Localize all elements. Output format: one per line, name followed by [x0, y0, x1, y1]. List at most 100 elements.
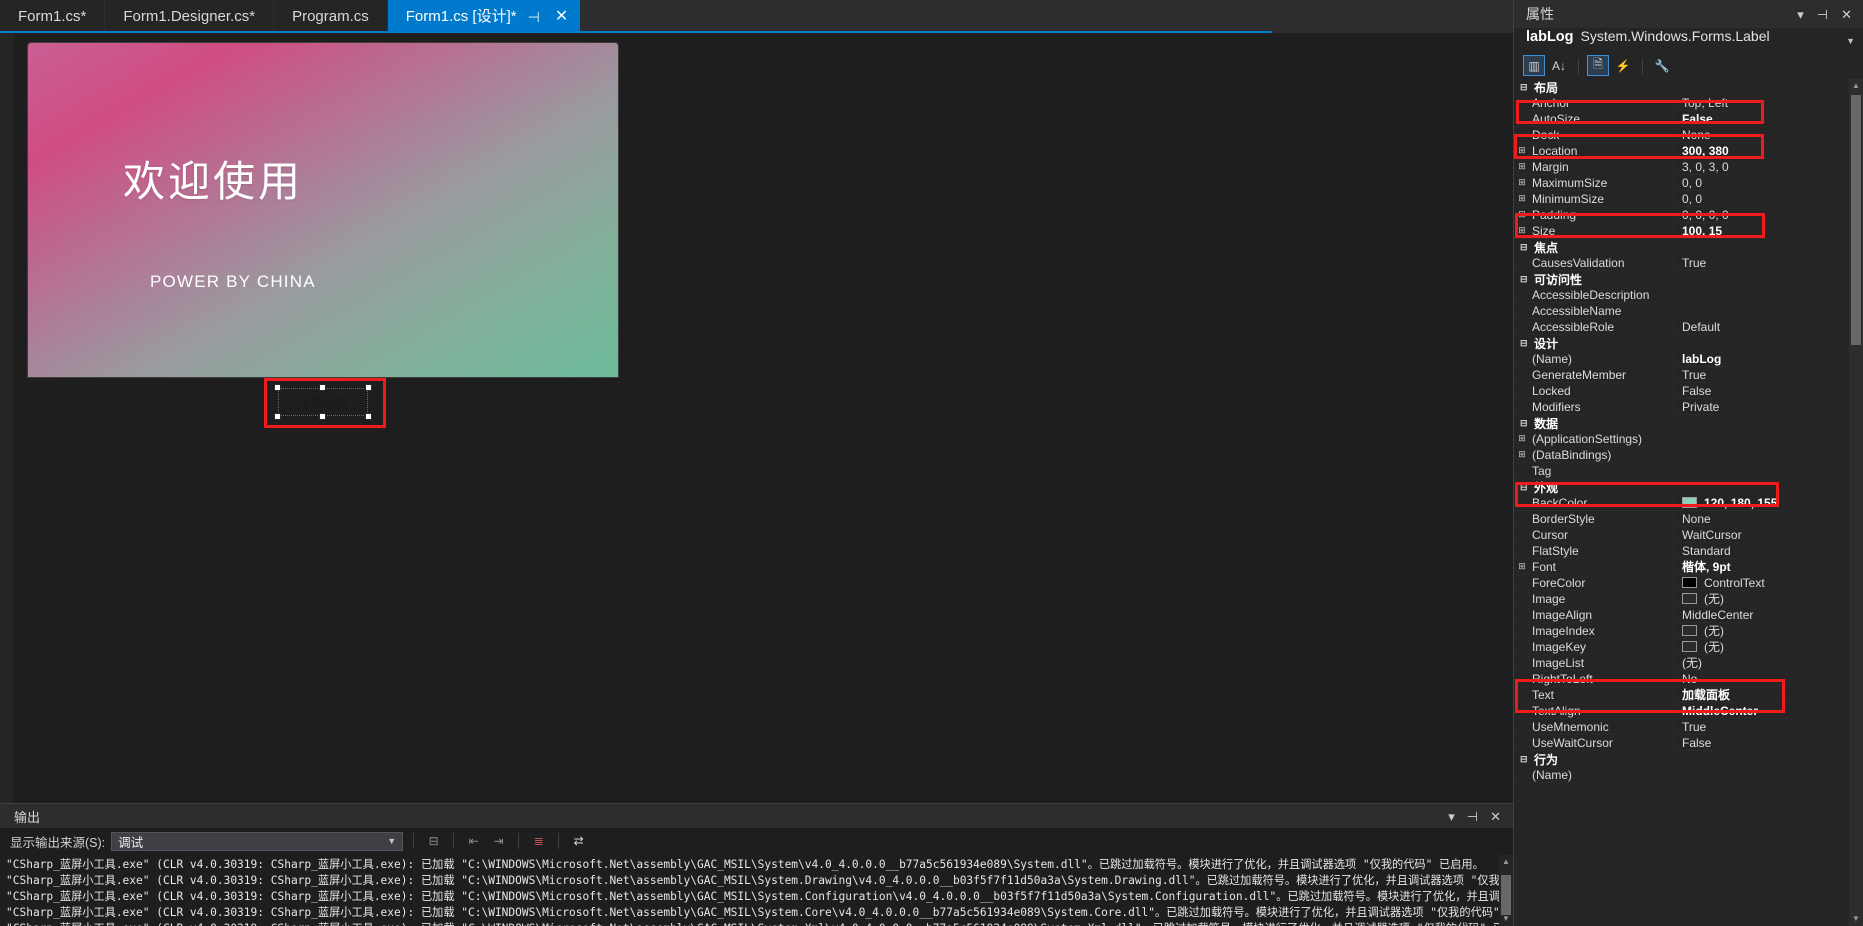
property-row[interactable]: Modifiers Private	[1514, 399, 1849, 415]
property-row[interactable]: RightToLeft No	[1514, 671, 1849, 687]
property-value[interactable]: No	[1673, 671, 1849, 686]
close-icon[interactable]: ✕	[1490, 810, 1501, 823]
properties-scroll-thumb[interactable]	[1851, 95, 1861, 345]
collapse-icon[interactable]: ⊟	[1520, 482, 1529, 493]
clear-output-icon[interactable]: ⊟	[424, 832, 443, 851]
property-value[interactable]: MiddleCenter	[1673, 703, 1849, 718]
output-log-area[interactable]: "CSharp_蓝屏小工具.exe" (CLR v4.0.30319: CSha…	[0, 855, 1499, 926]
property-value[interactable]: ControlText	[1673, 575, 1849, 590]
scroll-up-icon[interactable]: ▲	[1499, 855, 1513, 869]
property-value[interactable]: 100, 15	[1673, 223, 1849, 238]
property-value[interactable]: 0, 0	[1673, 191, 1849, 206]
chevron-down-icon[interactable]: ▼	[387, 836, 396, 846]
property-row[interactable]: GenerateMember True	[1514, 367, 1849, 383]
expand-icon[interactable]: ⊞	[1514, 561, 1530, 572]
property-row[interactable]: ⊞ MaximumSize 0, 0	[1514, 175, 1849, 191]
property-value[interactable]: 120, 180, 155	[1673, 495, 1849, 510]
property-value[interactable]: False	[1673, 735, 1849, 750]
navigate-next-icon[interactable]: ⇥	[489, 832, 508, 851]
property-row[interactable]: BackColor 120, 180, 155	[1514, 495, 1849, 511]
property-category-header[interactable]: ⊟ 设计	[1514, 335, 1849, 351]
property-value[interactable]: (无)	[1673, 638, 1849, 655]
property-row[interactable]: ImageList (无)	[1514, 654, 1849, 671]
properties-grid[interactable]: ⊟ 布局 Anchor Top, Left AutoSize False Dock None ⊞…	[1514, 79, 1849, 926]
expand-icon[interactable]: ⊞	[1514, 177, 1530, 188]
output-source-select[interactable]: 调试 ▼	[111, 831, 404, 851]
property-row[interactable]: TextAlign MiddleCenter	[1514, 703, 1849, 719]
expand-icon[interactable]: ⊞	[1514, 225, 1530, 236]
property-category-header[interactable]: ⊟ 外观	[1514, 479, 1849, 495]
property-value[interactable]: (无)	[1673, 590, 1849, 607]
document-tab-2[interactable]: Program.cs	[274, 0, 388, 33]
property-row[interactable]: ⊞ Font 楷体, 9pt	[1514, 558, 1849, 575]
scroll-up-icon[interactable]: ▲	[1849, 79, 1863, 93]
events-lightning-icon[interactable]: ⚡	[1612, 55, 1634, 76]
property-value[interactable]: None	[1673, 511, 1849, 526]
property-value[interactable]: 300, 380	[1673, 143, 1849, 158]
property-value[interactable]: None	[1673, 127, 1849, 142]
property-row[interactable]: ImageAlign MiddleCenter	[1514, 607, 1849, 623]
property-row[interactable]: (Name) labLog	[1514, 351, 1849, 367]
expand-icon[interactable]: ⊞	[1514, 161, 1530, 172]
expand-icon[interactable]: ⊞	[1514, 449, 1530, 460]
properties-page-icon[interactable]: 🗎	[1587, 55, 1609, 76]
property-value[interactable]: Top, Left	[1673, 95, 1849, 110]
property-category-header[interactable]: ⊟ 行为	[1514, 751, 1849, 767]
property-row[interactable]: ⊞ Size 100, 15	[1514, 223, 1849, 239]
wrench-icon[interactable]: 🔧	[1651, 55, 1673, 76]
power-by-china-label[interactable]: POWER BY CHINA	[150, 272, 316, 292]
property-row[interactable]: ForeColor ControlText	[1514, 575, 1849, 591]
expand-icon[interactable]: ⊞	[1514, 145, 1530, 156]
pin-icon[interactable]: ⊣	[1467, 810, 1478, 823]
property-value[interactable]: True	[1673, 719, 1849, 734]
property-category-header[interactable]: ⊟ 布局	[1514, 79, 1849, 95]
resize-handle-bottom-right[interactable]	[365, 413, 372, 420]
property-row[interactable]: Cursor WaitCursor	[1514, 527, 1849, 543]
selected-label-control-lablog[interactable]: 加载面板	[274, 384, 372, 420]
property-value[interactable]: Standard	[1673, 543, 1849, 558]
property-row[interactable]: AccessibleName	[1514, 303, 1849, 319]
collapse-icon[interactable]: ⊟	[1520, 338, 1529, 349]
collapse-icon[interactable]: ⊟	[1520, 754, 1529, 765]
property-value[interactable]: labLog	[1673, 351, 1849, 366]
chevron-down-icon[interactable]: ▾	[1448, 810, 1455, 823]
property-row[interactable]: ⊞ (ApplicationSettings)	[1514, 431, 1849, 447]
resize-handle-top-left[interactable]	[274, 384, 281, 391]
properties-object-selector[interactable]: labLog System.Windows.Forms.Label ▼	[1514, 28, 1863, 53]
property-row[interactable]: (Name)	[1514, 767, 1849, 783]
property-value[interactable]: Default	[1673, 319, 1849, 334]
form-designer-surface[interactable]: 欢迎使用 POWER BY CHINA COPYRIGHT(C) 2021-20…	[0, 33, 1513, 803]
property-value[interactable]: (无)	[1673, 654, 1849, 671]
property-row[interactable]: AccessibleDescription	[1514, 287, 1849, 303]
property-row[interactable]: Tag	[1514, 463, 1849, 479]
expand-icon[interactable]: ⊞	[1514, 433, 1530, 444]
property-row[interactable]: Locked False	[1514, 383, 1849, 399]
property-row[interactable]: ⊞ Margin 3, 0, 3, 0	[1514, 159, 1849, 175]
property-value[interactable]: True	[1673, 367, 1849, 382]
property-row[interactable]: ImageKey (无)	[1514, 638, 1849, 655]
property-value[interactable]: False	[1673, 383, 1849, 398]
expand-icon[interactable]: ⊞	[1514, 209, 1530, 220]
document-tab-0[interactable]: Form1.cs*	[0, 0, 106, 33]
property-row[interactable]: AccessibleRole Default	[1514, 319, 1849, 335]
scroll-down-icon[interactable]: ▼	[1849, 912, 1863, 926]
close-icon[interactable]: ✕	[551, 7, 572, 27]
document-tab-3[interactable]: Form1.cs [设计]* ⊣ ✕	[387, 0, 582, 33]
property-row[interactable]: UseMnemonic True	[1514, 719, 1849, 735]
property-row[interactable]: ImageIndex (无)	[1514, 622, 1849, 639]
resize-handle-bottom-middle[interactable]	[319, 413, 326, 420]
property-value[interactable]: Private	[1673, 399, 1849, 414]
property-value[interactable]: 3, 0, 3, 0	[1673, 159, 1849, 174]
close-icon[interactable]: ✕	[1841, 8, 1852, 21]
property-row[interactable]: ⊞ (DataBindings)	[1514, 447, 1849, 463]
toggle-wordwrap-icon[interactable]: ≣	[529, 832, 548, 851]
properties-scrollbar[interactable]: ▲ ▼	[1849, 79, 1863, 926]
resize-handle-top-middle[interactable]	[319, 384, 326, 391]
collapse-icon[interactable]: ⊟	[1520, 242, 1529, 253]
property-row[interactable]: Anchor Top, Left	[1514, 95, 1849, 111]
property-category-header[interactable]: ⊟ 数据	[1514, 415, 1849, 431]
property-row[interactable]: ⊞ Location 300, 380	[1514, 143, 1849, 159]
property-value[interactable]: 楷体, 9pt	[1673, 558, 1849, 575]
output-scroll-thumb[interactable]	[1501, 875, 1511, 915]
property-row[interactable]: AutoSize False	[1514, 111, 1849, 127]
